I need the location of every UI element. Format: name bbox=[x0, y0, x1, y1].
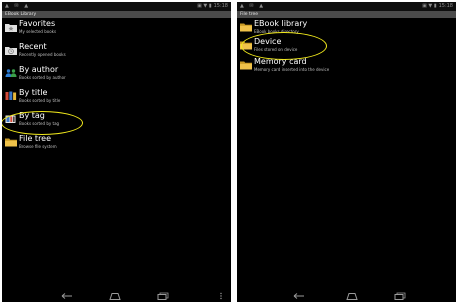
item-title: Favorites bbox=[19, 19, 56, 28]
list-item-favorites[interactable]: Favorites My selected books bbox=[2, 18, 231, 41]
recent-apps-icon[interactable] bbox=[393, 292, 407, 300]
menu-icon[interactable] bbox=[219, 292, 223, 300]
item-subtitle: Books sorted by title bbox=[19, 98, 61, 103]
item-subtitle: Browse file system bbox=[19, 144, 57, 149]
item-title: EBook library bbox=[254, 19, 308, 28]
folder-icon bbox=[240, 60, 252, 70]
clock-folder-icon bbox=[5, 45, 17, 55]
library-screen: ▲ ✉ ▲ ▣ ▼ ▮ 15:18 EBook Library Favorites… bbox=[2, 2, 231, 302]
status-icons: ▣ ▼ ▮ 15:18 bbox=[197, 3, 228, 9]
item-subtitle: Memory card inserted into the device bbox=[254, 67, 330, 72]
item-subtitle: Recently opened books bbox=[19, 52, 66, 57]
item-title: By author bbox=[19, 65, 59, 74]
notification-icons: ▲ ✉ ▲ bbox=[240, 3, 266, 9]
item-subtitle: My selected books bbox=[19, 29, 57, 34]
books-icon bbox=[5, 91, 17, 101]
notification-icons: ▲ ✉ ▲ bbox=[5, 3, 31, 9]
status-bar: ▲ ✉ ▲ ▣ ▼ ▮ 15:18 bbox=[237, 2, 456, 11]
status-bar: ▲ ✉ ▲ ▣ ▼ ▮ 15:18 bbox=[2, 2, 231, 11]
people-icon bbox=[5, 68, 17, 78]
home-icon[interactable] bbox=[345, 292, 359, 300]
navigation-bar bbox=[237, 290, 456, 302]
list-item-by-title[interactable]: By title Books sorted by title bbox=[2, 87, 231, 110]
back-icon[interactable] bbox=[60, 292, 74, 300]
library-list: Favorites My selected books Recent Recen… bbox=[2, 18, 231, 156]
clock: 15:18 bbox=[438, 3, 453, 9]
folder-icon bbox=[240, 22, 252, 32]
status-icons: ▣ ▼ ▮ 15:18 bbox=[422, 3, 453, 9]
clock: 15:18 bbox=[213, 3, 228, 9]
recent-apps-icon[interactable] bbox=[156, 292, 170, 300]
item-title: Recent bbox=[19, 42, 47, 51]
device-highlight bbox=[241, 32, 327, 60]
list-item-recent[interactable]: Recent Recently opened books bbox=[2, 41, 231, 64]
screen-title: File tree bbox=[237, 11, 456, 18]
back-icon[interactable] bbox=[292, 292, 306, 300]
star-folder-icon bbox=[5, 22, 17, 32]
list-item-by-author[interactable]: By author Books sorted by author bbox=[2, 64, 231, 87]
home-icon[interactable] bbox=[108, 292, 122, 300]
list-item-memory-card[interactable]: Memory card Memory card inserted into th… bbox=[237, 56, 456, 79]
screen-title: EBook Library bbox=[2, 11, 231, 18]
navigation-bar bbox=[2, 290, 231, 302]
folder-icon bbox=[5, 137, 17, 147]
file-tree-screen: ▲ ✉ ▲ ▣ ▼ ▮ 15:18 File tree EBook library… bbox=[237, 2, 456, 302]
item-subtitle: Books sorted by author bbox=[19, 75, 66, 80]
file-tree-highlight bbox=[2, 111, 83, 135]
item-title: By title bbox=[19, 88, 48, 97]
list-item-file-tree[interactable]: File tree Browse file system bbox=[2, 133, 231, 156]
